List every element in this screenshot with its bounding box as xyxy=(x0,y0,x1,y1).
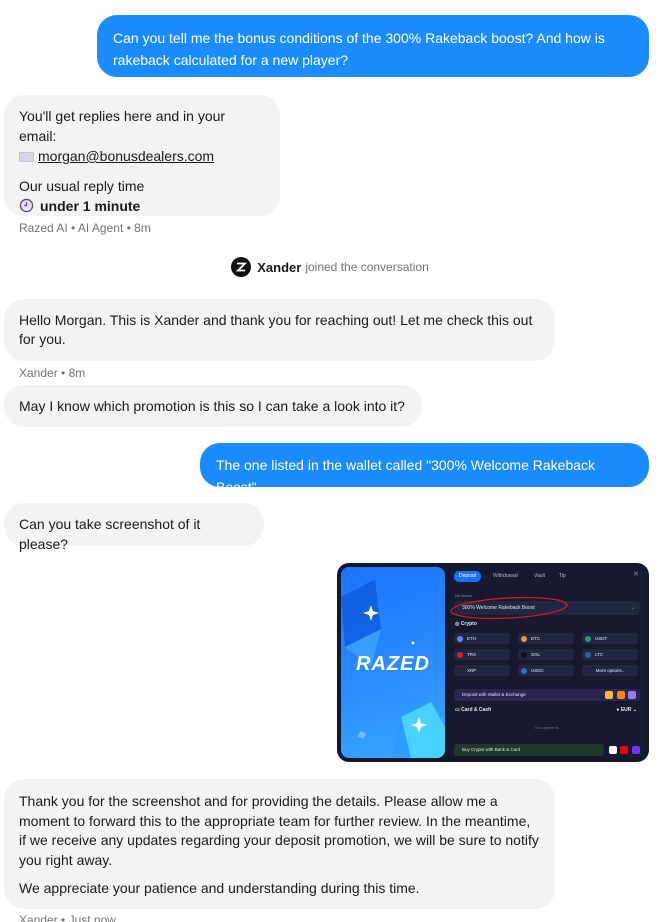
screenshot-attachment[interactable]: RAZED Deposit Withdrawal Vault Tip ✕ No … xyxy=(337,563,649,762)
coin-xrp[interactable]: XRP xyxy=(454,665,510,676)
message-incoming: Can you take screenshot of it please? xyxy=(4,503,264,552)
message-text: We appreciate your patience and understa… xyxy=(19,880,420,896)
avatar xyxy=(231,257,252,277)
brand-logo: RAZED xyxy=(356,653,430,675)
message-meta: Razed AI • AI Agent • 8m xyxy=(19,221,151,235)
wallet-panel: Deposit Withdrawal Vault Tip ✕ No bonus … xyxy=(449,567,645,758)
mail-icon xyxy=(19,152,34,163)
buy-crypto-button[interactable]: Buy Crypto with Bank & Card xyxy=(454,744,604,756)
brand-panel: RAZED xyxy=(341,567,445,758)
message-meta: Xander • Just now xyxy=(19,913,116,922)
coin-eth[interactable]: ETH xyxy=(454,633,510,644)
join-notice: Xander joined the conversation xyxy=(0,256,660,278)
coin-ltc[interactable]: LTC xyxy=(582,649,638,660)
message-incoming: Hello Morgan. This is Xander and thank y… xyxy=(4,299,555,361)
crypto-label: ◎ Crypto xyxy=(455,621,477,627)
more-options-button[interactable]: More options.. xyxy=(582,665,638,676)
message-incoming: May I know which promotion is this so I … xyxy=(4,385,422,427)
tab-tip[interactable]: Tip xyxy=(554,571,571,582)
tab-deposit[interactable]: Deposit xyxy=(454,571,481,582)
coin-sol[interactable]: SOL xyxy=(518,649,574,660)
reply-time-label: Our usual reply time xyxy=(19,178,145,194)
tab-vault[interactable]: Vault xyxy=(529,571,550,582)
message-text: Can you tell me the bonus conditions of … xyxy=(113,30,605,68)
reply-email-row: morgan@bonusdealers.com xyxy=(19,146,265,166)
message-outgoing: The one listed in the wallet called "300… xyxy=(200,443,649,495)
clock-icon xyxy=(19,198,34,213)
close-icon[interactable]: ✕ xyxy=(633,570,639,578)
no-payments-text: No payments xyxy=(535,725,559,730)
join-text: joined the conversation xyxy=(305,260,429,274)
join-name: Xander xyxy=(257,259,302,275)
reply-intro: You'll get replies here and in your emai… xyxy=(19,108,226,144)
deposit-wallet-button[interactable]: Deposit with Wallet & Exchange xyxy=(454,689,640,701)
message-text: Hello Morgan. This is Xander and thank y… xyxy=(19,312,533,347)
reply-time-row: under 1 minute xyxy=(19,196,265,216)
message-meta: Xander • 8m xyxy=(19,366,86,380)
currency-select[interactable]: ● EUR ⌄ xyxy=(616,707,637,713)
payment-icons xyxy=(609,746,640,756)
coin-trx[interactable]: TRX xyxy=(454,649,510,660)
message-text: The one listed in the wallet called "300… xyxy=(216,457,596,495)
reply-time-value: under 1 minute xyxy=(40,198,141,214)
message-text: May I know which promotion is this so I … xyxy=(19,398,405,414)
coin-usdt[interactable]: USDT xyxy=(582,633,638,644)
message-incoming: You'll get replies here and in your emai… xyxy=(4,95,280,216)
message-text: Thank you for the screenshot and for pro… xyxy=(19,793,539,868)
message-incoming: Thank you for the screenshot and for pro… xyxy=(4,779,555,909)
email-link[interactable]: morgan@bonusdealers.com xyxy=(38,148,214,164)
wallet-icons xyxy=(605,691,636,704)
coin-btc[interactable]: BTC xyxy=(518,633,574,644)
z-logo-icon xyxy=(236,262,248,272)
coin-usdc[interactable]: USDC xyxy=(518,665,574,676)
card-cash-label: ▭ Card & Cash xyxy=(455,707,492,713)
tab-withdrawal[interactable]: Withdrawal xyxy=(488,571,523,582)
message-text: Can you take screenshot of it please? xyxy=(19,516,201,552)
message-outgoing: Can you tell me the bonus conditions of … xyxy=(97,15,649,77)
highlight-circle xyxy=(450,596,568,620)
